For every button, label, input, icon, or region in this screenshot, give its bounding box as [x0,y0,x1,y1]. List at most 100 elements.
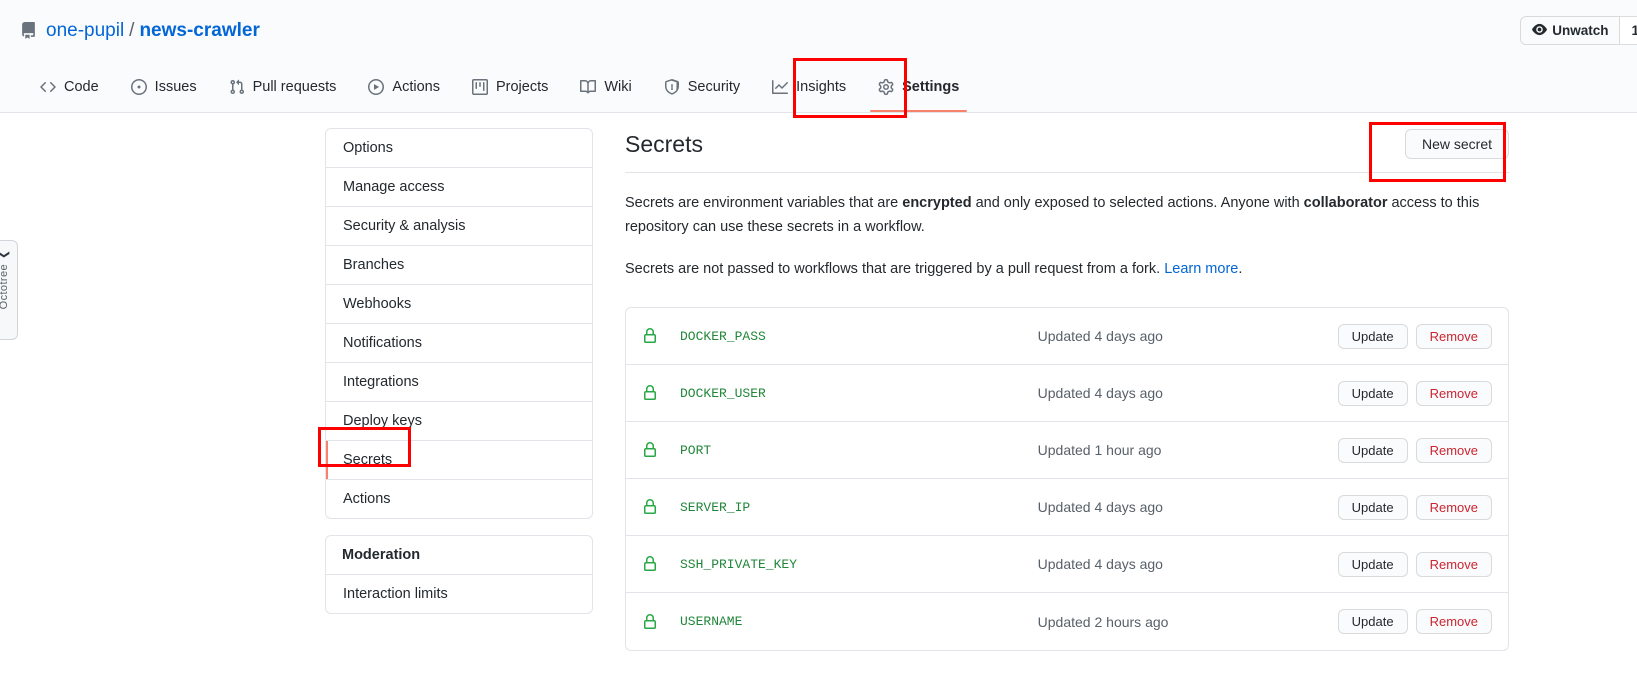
secret-name[interactable]: SERVER_IP [680,500,1038,515]
repo-nav: Code Issues Pull requests Actions Projec… [0,60,1637,113]
secret-updated: Updated 4 days ago [1037,385,1163,401]
shield-icon [664,78,680,95]
desc-bold-collaborator: collaborator [1303,195,1388,211]
tab-label: Actions [392,78,440,95]
settings-menu-card: Options Manage access Security & analysi… [325,128,593,519]
remove-button[interactable]: Remove [1415,551,1492,577]
table-row: DOCKER_PASS Updated 4 days ago Update Re… [626,308,1508,365]
tab-label: Projects [495,78,549,95]
lock-icon [642,556,658,572]
lock-icon [642,385,658,401]
secrets-list: DOCKER_PASS Updated 4 days ago Update Re… [625,307,1509,651]
sidebar-item-interaction-limits[interactable]: Interaction limits [326,575,592,613]
desc-period: . [1238,261,1243,277]
sidebar-item-integrations[interactable]: Integrations [326,363,592,402]
settings-page-body: Options Manage access Security & analysi… [0,113,1637,651]
sidebar-item-options[interactable]: Options [326,129,592,168]
tab-wiki[interactable]: Wiki [564,61,647,112]
tab-label: Settings [902,78,960,95]
update-button[interactable]: Update [1337,323,1408,349]
octotree-panel-toggle[interactable]: ❯ Octotree [0,240,18,340]
project-icon [471,78,488,95]
remove-button[interactable]: Remove [1415,380,1492,406]
sidebar-item-webhooks[interactable]: Webhooks [326,285,592,324]
page-title: Secrets [625,131,703,157]
code-icon [40,79,56,95]
secret-updated: Updated 1 hour ago [1037,442,1162,458]
sidebar-item-branches[interactable]: Branches [326,246,592,285]
breadcrumb-separator: / [129,19,135,41]
update-button[interactable]: Update [1337,437,1408,463]
tab-label: Pull requests [252,78,337,95]
sidebar-item-manage-access[interactable]: Manage access [326,168,592,207]
chevron-right-icon: ❯ [0,250,11,259]
watch-count[interactable]: 1 [1620,16,1637,45]
tab-insights[interactable]: Insights [756,61,862,112]
tab-label: Issues [154,78,197,95]
lock-icon [642,328,658,344]
tab-label: Insights [796,78,847,95]
sidebar-item-actions[interactable]: Actions [326,480,592,518]
table-row: USERNAME Updated 2 hours ago Update Remo… [626,593,1508,650]
sidebar-item-deploy-keys[interactable]: Deploy keys [326,402,592,441]
remove-button[interactable]: Remove [1415,609,1492,634]
desc-text-4: Secrets are not passed to workflows that… [625,261,1165,277]
graph-icon [772,79,789,95]
table-row: SERVER_IP Updated 4 days ago Update Remo… [626,479,1508,536]
tab-label: Code [64,78,99,95]
table-row: PORT Updated 1 hour ago Update Remove [626,422,1508,479]
eye-icon [1532,22,1548,40]
update-button[interactable]: Update [1337,494,1408,520]
moderation-heading: Moderation [326,536,592,575]
table-row: SSH_PRIVATE_KEY Updated 4 days ago Updat… [626,536,1508,593]
lock-icon [642,613,658,630]
play-icon [368,78,385,95]
tab-label: Wiki [604,78,632,95]
secret-actions: Update Remove [1337,494,1492,520]
tab-security[interactable]: Security [648,61,756,112]
remove-button[interactable]: Remove [1415,323,1492,349]
update-button[interactable]: Update [1337,609,1408,634]
secret-name[interactable]: USERNAME [680,614,1038,629]
secrets-header: Secrets New secret [625,128,1509,173]
tab-pull-requests[interactable]: Pull requests [213,61,353,112]
repo-icon [20,21,37,39]
secret-name[interactable]: SSH_PRIVATE_KEY [680,557,1038,572]
tab-settings[interactable]: Settings [862,61,975,112]
sidebar-item-secrets[interactable]: Secrets [326,441,592,480]
unwatch-button[interactable]: Unwatch [1520,16,1621,45]
tab-issues[interactable]: Issues [115,61,213,112]
repo-header: one-pupil / news-crawler Unwatch 1 [0,0,1637,60]
secret-actions: Update Remove [1337,380,1492,406]
secret-name[interactable]: PORT [680,443,1038,458]
secrets-description-2: Secrets are not passed to workflows that… [625,257,1495,281]
update-button[interactable]: Update [1337,380,1408,406]
remove-button[interactable]: Remove [1415,494,1492,520]
secret-actions: Update Remove [1337,551,1492,577]
learn-more-link[interactable]: Learn more [1164,261,1238,277]
sidebar-item-security-analysis[interactable]: Security & analysis [326,207,592,246]
secrets-main-content: Secrets New secret Secrets are environme… [625,128,1509,651]
secret-name[interactable]: DOCKER_PASS [680,329,1038,344]
repo-owner-link[interactable]: one-pupil [46,21,124,40]
update-button[interactable]: Update [1337,551,1408,577]
watch-button-group: Unwatch 1 [1520,16,1637,45]
secret-name[interactable]: DOCKER_USER [680,386,1038,401]
gear-icon [878,78,894,95]
sidebar-item-notifications[interactable]: Notifications [326,324,592,363]
remove-button[interactable]: Remove [1415,437,1492,463]
tab-projects[interactable]: Projects [456,61,564,112]
octotree-label: Octotree [0,264,10,310]
unwatch-label: Unwatch [1552,23,1609,38]
breadcrumb: one-pupil / news-crawler [20,21,260,40]
repo-name-link[interactable]: news-crawler [139,21,259,40]
secret-updated: Updated 2 hours ago [1037,613,1169,630]
moderation-menu-card: Moderation Interaction limits [325,535,593,614]
lock-icon [642,499,658,515]
tab-code[interactable]: Code [24,61,115,112]
desc-bold-encrypted: encrypted [902,195,972,211]
tab-actions[interactable]: Actions [352,61,456,112]
book-icon [580,79,597,95]
new-secret-button[interactable]: New secret [1404,129,1509,159]
secret-actions: Update Remove [1337,609,1492,634]
